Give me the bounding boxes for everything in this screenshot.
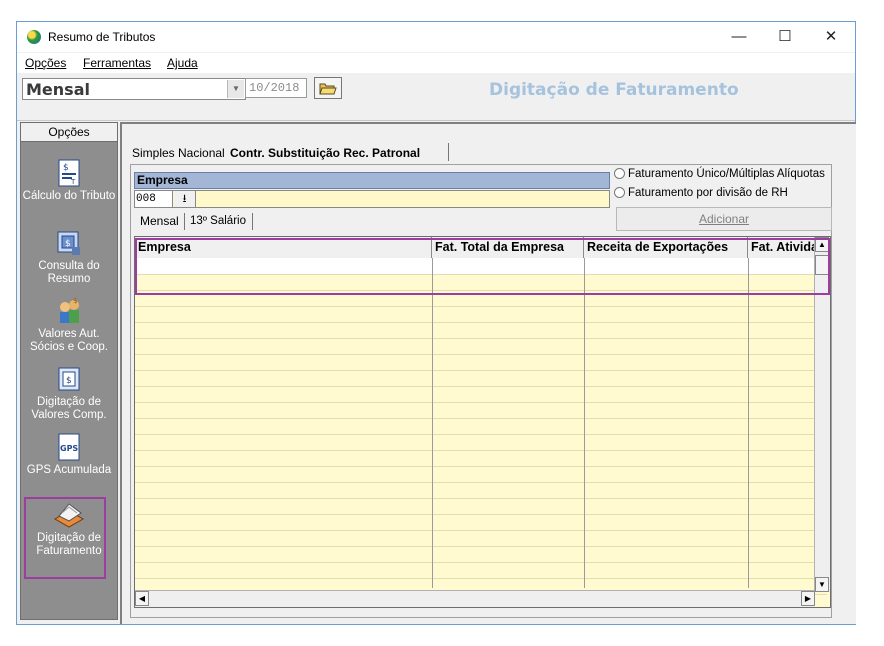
svg-text:GPS: GPS — [60, 444, 78, 453]
main-window: Resumo de Tributos — ☐ ✕ Opções Ferramen… — [16, 21, 856, 625]
table-row — [135, 386, 827, 387]
table-row — [135, 322, 827, 323]
title-bar: Resumo de Tributos — ☐ ✕ — [17, 22, 855, 52]
table-row — [135, 546, 827, 547]
subtab-13-salario[interactable]: 13º Salário — [190, 215, 246, 227]
svg-text:$: $ — [73, 297, 77, 305]
sidebar-item-calculo[interactable]: $ T Cálculo do Tributo — [21, 159, 117, 203]
radio-label: Faturamento por divisão de RH — [628, 187, 788, 199]
sidebar-item-gps[interactable]: GPS GPS Acumulada — [21, 433, 117, 477]
table-row — [135, 434, 827, 435]
sidebar-item-label: Digitação de Valores Comp. — [31, 396, 107, 421]
sidebar-item-label: Consulta do Resumo — [38, 260, 100, 285]
svg-text:$: $ — [66, 376, 72, 386]
window-title: Resumo de Tributos — [48, 30, 156, 44]
sidebar-item-label: GPS Acumulada — [26, 464, 112, 476]
empresa-code-input[interactable]: 008 — [135, 191, 173, 207]
table-row — [135, 514, 827, 515]
app-icon — [27, 30, 41, 44]
table-row — [135, 482, 827, 483]
subtab-mensal[interactable]: Mensal — [140, 214, 179, 228]
chevron-down-icon[interactable]: ▼ — [227, 80, 244, 98]
sidebar-item-label: Valores Aut. Sócios e Coop. — [30, 328, 108, 353]
sidebar: Opções $ T Cálculo do Tributo $ Consulta… — [20, 122, 118, 620]
radio-faturamento-divisao[interactable]: Faturamento por divisão de RH — [614, 187, 788, 199]
svg-text:T: T — [70, 178, 76, 186]
table-row — [135, 466, 827, 467]
sidebar-header[interactable]: Opções — [21, 123, 117, 142]
table-row — [135, 418, 827, 419]
summary-query-icon: $ — [57, 231, 80, 255]
mode-combobox[interactable]: Mensal ▼ — [22, 78, 246, 100]
radio-faturamento-unico[interactable]: Faturamento Único/Múltiplas Alíquotas — [614, 168, 825, 180]
open-folder-button[interactable] — [314, 77, 342, 99]
header-row-highlight — [135, 238, 830, 295]
radio-label: Faturamento Único/Múltiplas Alíquotas — [628, 168, 825, 180]
content-panel: Simples Nacional Contr. Substituição Rec… — [120, 122, 856, 624]
tab-simples-nacional[interactable]: Simples Nacional — [132, 146, 225, 160]
close-button[interactable]: ✕ — [809, 25, 853, 49]
table-row — [135, 498, 827, 499]
table-row — [135, 578, 827, 579]
svg-text:$: $ — [63, 163, 69, 173]
sidebar-item-digitacao-valores[interactable]: $ Digitação de Valores Comp. — [21, 365, 117, 422]
table-row — [135, 354, 827, 355]
page-title: Digitação de Faturamento — [489, 80, 739, 100]
scroll-right-icon[interactable]: ▶ — [801, 591, 815, 606]
menu-ferramentas[interactable]: Ferramentas — [83, 56, 151, 70]
mode-value: Mensal — [26, 80, 90, 99]
tab-divider — [448, 143, 449, 161]
table-row — [135, 338, 827, 339]
scroll-down-icon[interactable]: ▼ — [815, 577, 829, 592]
empresa-header: Empresa — [134, 172, 610, 189]
sidebar-item-consulta[interactable]: $ Consulta do Resumo — [21, 229, 117, 286]
period-input[interactable]: 10/2018 — [245, 78, 307, 98]
table-row — [135, 370, 827, 371]
values-entry-icon: $ — [58, 367, 80, 391]
horizontal-scrollbar[interactable]: ◀ ▶ — [135, 590, 815, 607]
svg-text:$: $ — [65, 239, 71, 249]
add-button[interactable]: Adicionar — [616, 207, 832, 231]
radio-circle-icon — [614, 187, 625, 198]
download-arrow-icon[interactable]: ⭳ — [174, 191, 196, 207]
menu-bar: Opções Ferramentas Ajuda — [17, 53, 855, 73]
sidebar-item-label: Cálculo do Tributo — [22, 190, 116, 202]
selected-item-highlight — [24, 497, 106, 579]
minimize-button[interactable]: — — [717, 25, 761, 49]
radio-circle-icon — [614, 168, 625, 179]
table-row — [135, 306, 827, 307]
tab-contr-substituicao[interactable]: Contr. Substituição Rec. Patronal — [230, 146, 420, 160]
empresa-selector: 008 ⭳ — [134, 190, 610, 208]
table-row — [135, 562, 827, 563]
calculation-document-icon: $ T — [58, 159, 80, 187]
table-row — [135, 450, 827, 451]
partners-values-icon: $ — [60, 297, 79, 323]
table-row — [135, 402, 827, 403]
open-folder-icon — [319, 83, 337, 95]
menu-ajuda[interactable]: Ajuda — [167, 56, 198, 70]
table-row — [135, 530, 827, 531]
toolbar: Mensal ▼ 10/2018 Digitação de Faturament… — [17, 74, 855, 121]
scroll-left-icon[interactable]: ◀ — [135, 591, 149, 606]
sidebar-item-valores-aut[interactable]: $ Valores Aut. Sócios e Coop. — [21, 297, 117, 354]
gps-document-icon: GPS — [58, 433, 80, 461]
menu-opcoes[interactable]: Opções — [25, 56, 66, 70]
maximize-button[interactable]: ☐ — [763, 25, 807, 49]
